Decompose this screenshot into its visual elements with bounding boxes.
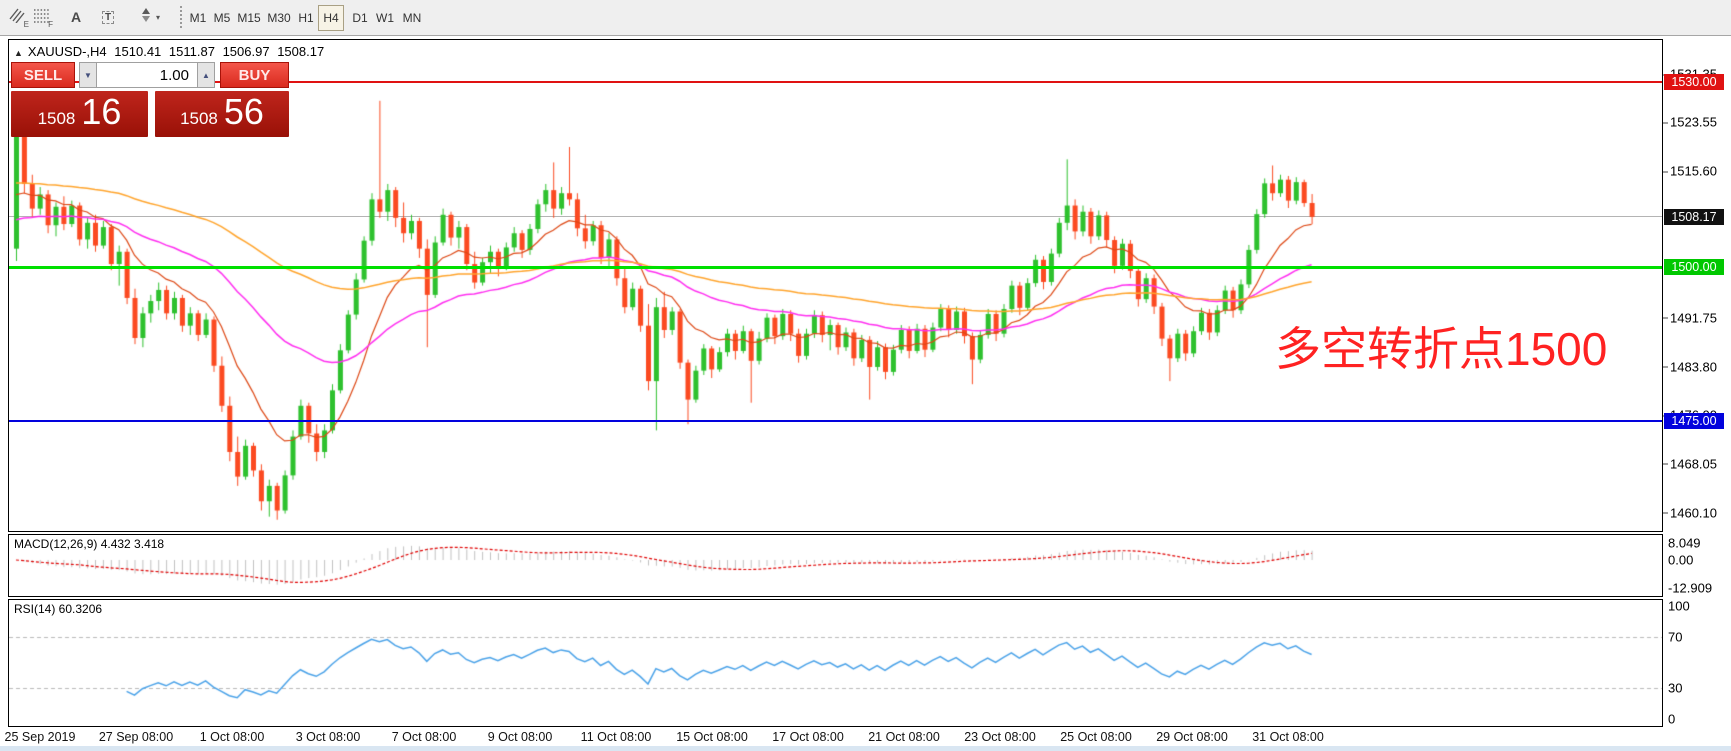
arrows-tool-button[interactable]: ▾: [132, 4, 166, 30]
toolbar-separator: [180, 6, 185, 28]
window-bottom-strip: [0, 746, 1731, 751]
time-axis-label: 17 Oct 08:00: [772, 730, 844, 744]
time-axis-label: 29 Oct 08:00: [1156, 730, 1228, 744]
chart-text-annotation: 多空转折点1500: [1275, 326, 1607, 372]
price-badge-1500.00: 1500.00: [1664, 259, 1724, 275]
symbol-timeframe-label: XAUUSD-,H4: [28, 44, 107, 59]
tab-timeframe-d1[interactable]: D1: [348, 5, 372, 31]
price-badge-1508.17: 1508.17: [1664, 209, 1724, 225]
price-axis-tick: 1515.60: [1670, 164, 1717, 179]
price-axis-tick: 1460.10: [1670, 505, 1717, 520]
tool-sub-label: E: [24, 20, 29, 29]
horizontal-line-1500: [9, 266, 1662, 269]
time-axis-label: 1 Oct 08:00: [200, 730, 265, 744]
time-axis-label: 25 Oct 08:00: [1060, 730, 1132, 744]
time-axis-label: 21 Oct 08:00: [868, 730, 940, 744]
buy-price-display[interactable]: 1508 56: [155, 91, 289, 137]
macd-indicator-panel: MACD(12,26,9) 4.432 3.418: [8, 534, 1663, 597]
tab-timeframe-w1[interactable]: W1: [372, 5, 398, 31]
text-label-icon: A: [71, 9, 81, 25]
chevron-down-icon: ▾: [156, 13, 160, 22]
tab-timeframe-h4[interactable]: H4: [318, 5, 344, 31]
main-chart-panel: ▲ XAUUSD-,H4 1510.41 1511.87 1506.97 1508…: [8, 39, 1663, 532]
volume-increase-button[interactable]: ▲: [197, 62, 215, 88]
time-axis-label: 27 Sep 08:00: [99, 730, 173, 744]
tab-timeframe-m1[interactable]: M1: [186, 5, 210, 31]
text-label-tool-button[interactable]: A: [64, 4, 88, 30]
macd-label: MACD(12,26,9) 4.432 3.418: [14, 537, 164, 551]
time-axis-label: 31 Oct 08:00: [1252, 730, 1324, 744]
tab-timeframe-h1[interactable]: H1: [294, 5, 318, 31]
time-axis-label: 3 Oct 08:00: [296, 730, 361, 744]
macd-canvas[interactable]: [9, 535, 1662, 596]
volume-decrease-button[interactable]: ▼: [79, 62, 97, 88]
ohlc-close: 1508.17: [277, 44, 324, 59]
buy-price-base: 1508: [180, 109, 218, 129]
time-axis-label: 7 Oct 08:00: [392, 730, 457, 744]
rsi-axis-tick: 0: [1668, 712, 1675, 727]
sell-price-big: 16: [81, 91, 121, 133]
sell-price-display[interactable]: 1508 16: [11, 91, 148, 137]
buy-button[interactable]: BUY: [220, 62, 289, 88]
time-axis-label: 23 Oct 08:00: [964, 730, 1036, 744]
rsi-axis-tick: 100: [1668, 599, 1690, 614]
rsi-canvas[interactable]: [9, 600, 1662, 726]
price-axis-tick: 1491.75: [1670, 310, 1717, 325]
arrows-icon: [138, 7, 154, 28]
toolbar: E F A T ▾ M1 M5 M15 M30 H1 H4 D1 W1 MN: [0, 0, 1731, 36]
collapse-panel-arrow-icon[interactable]: ▲: [14, 48, 23, 58]
time-axis-label: 11 Oct 08:00: [581, 730, 652, 744]
macd-axis-tick: 0.00: [1668, 553, 1693, 568]
text-tool-button[interactable]: T: [96, 4, 120, 30]
rsi-indicator-panel: RSI(14) 60.3206: [8, 599, 1663, 727]
buy-price-big: 56: [224, 91, 264, 133]
tab-timeframe-m15[interactable]: M15: [234, 5, 264, 31]
time-axis-label: 25 Sep 2019: [5, 730, 76, 744]
price-badge-1530.00: 1530.00: [1664, 74, 1724, 90]
price-axis-tick: 1483.80: [1670, 359, 1717, 374]
horizontal-line-1475: [9, 420, 1662, 422]
price-axis-tick: 1468.05: [1670, 456, 1717, 471]
macd-axis-tick: -12.909: [1668, 580, 1712, 595]
equidistant-channel-tool-button[interactable]: E: [6, 4, 30, 30]
tab-timeframe-mn[interactable]: MN: [398, 5, 426, 31]
rsi-label: RSI(14) 60.3206: [14, 602, 102, 616]
price-badge-1475.00: 1475.00: [1664, 413, 1724, 429]
ohlc-open: 1510.41: [114, 44, 161, 59]
text-tool-icon: T: [102, 11, 114, 24]
one-click-trading-panel: SELL ▼ ▲ BUY 1508 16 1508 56: [11, 62, 291, 164]
fibonacci-tool-button[interactable]: F: [30, 4, 54, 30]
time-axis-label: 9 Oct 08:00: [488, 730, 553, 744]
volume-input[interactable]: [97, 62, 197, 88]
rsi-axis-tick: 30: [1668, 681, 1682, 696]
ohlc-high: 1511.87: [169, 44, 215, 59]
price-axis-tick: 1523.55: [1670, 115, 1717, 130]
tool-sub-label: F: [48, 20, 53, 29]
time-axis-label: 15 Oct 08:00: [676, 730, 748, 744]
sell-button[interactable]: SELL: [11, 62, 75, 88]
price-scale-column: 1531.351523.551515.601491.751483.801476.…: [1662, 0, 1731, 751]
ohlc-low: 1506.97: [223, 44, 270, 59]
tab-timeframe-m5[interactable]: M5: [210, 5, 234, 31]
time-axis: 25 Sep 2019 27 Sep 08:00 1 Oct 08:00 3 Oct …: [8, 727, 1663, 746]
tab-timeframe-m30[interactable]: M30: [264, 5, 294, 31]
sell-price-base: 1508: [38, 109, 76, 129]
macd-axis-tick: 8.049: [1668, 535, 1701, 550]
rsi-axis-tick: 70: [1668, 630, 1682, 645]
chart-title: ▲ XAUUSD-,H4 1510.41 1511.87 1506.97 1508…: [14, 44, 328, 59]
